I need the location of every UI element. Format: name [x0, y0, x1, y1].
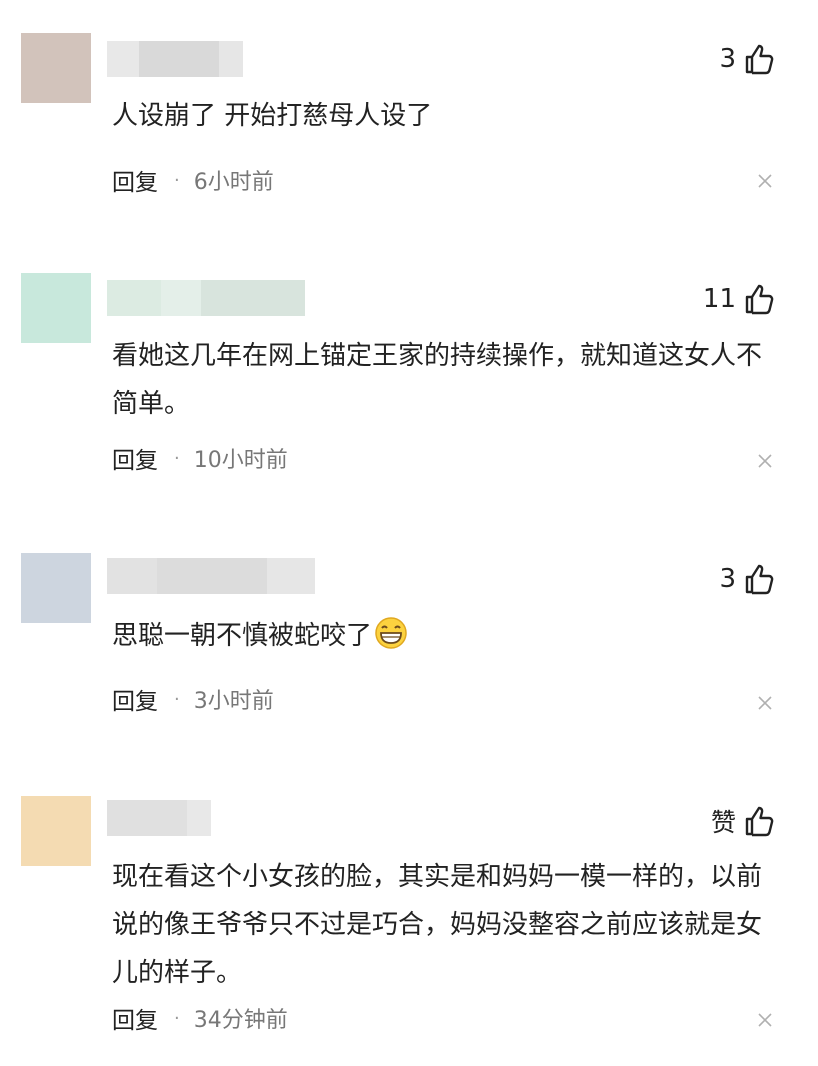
separator-dot: ·	[174, 169, 180, 191]
separator-dot: ·	[174, 447, 180, 469]
avatar[interactable]	[21, 273, 91, 343]
reply-button[interactable]: 回复	[112, 682, 158, 716]
comment-meta: 回复 · 3小时前	[112, 679, 274, 719]
avatar[interactable]	[21, 33, 91, 103]
grinning-face-icon	[375, 617, 407, 649]
comment-meta: 回复 · 34分钟前	[112, 998, 288, 1038]
like-count: 3	[719, 44, 736, 74]
timestamp: 3小时前	[193, 689, 274, 714]
comment-meta: 回复 · 10小时前	[112, 438, 288, 478]
thumbs-up-icon	[745, 284, 774, 315]
like-label: 赞	[710, 808, 736, 837]
comment-text: 现在看这个小女孩的脸，其实是和妈妈一模一样的，以前说的像王爷爷只不过是巧合，妈妈…	[112, 862, 763, 988]
avatar[interactable]	[21, 796, 91, 866]
like-button[interactable]: 3	[719, 39, 776, 79]
reply-button[interactable]: 回复	[112, 441, 158, 475]
close-icon[interactable]	[756, 694, 774, 712]
comment-meta: 回复 · 6小时前	[112, 160, 274, 200]
like-button[interactable]: 11	[703, 279, 776, 319]
like-button[interactable]: 3	[719, 559, 776, 599]
comment-text: 人设崩了 开始打慈母人设了	[112, 101, 433, 131]
avatar[interactable]	[21, 553, 91, 623]
close-icon[interactable]	[756, 452, 774, 470]
timestamp: 10小时前	[193, 448, 288, 473]
comment-text: 思聪一朝不慎被蛇咬了	[112, 612, 772, 660]
username-blurred[interactable]	[107, 280, 305, 316]
timestamp: 6小时前	[193, 170, 274, 195]
timestamp: 34分钟前	[193, 1008, 288, 1033]
comment-text-content: 思聪一朝不慎被蛇咬了	[112, 621, 373, 651]
like-count: 11	[702, 284, 736, 314]
username-blurred[interactable]	[107, 41, 243, 77]
thumbs-up-icon	[745, 806, 774, 837]
thumbs-up-icon	[745, 564, 774, 595]
like-count: 3	[719, 564, 736, 594]
like-button[interactable]: 赞	[711, 801, 776, 841]
close-icon[interactable]	[756, 172, 774, 190]
separator-dot: ·	[174, 1007, 180, 1029]
thumbs-up-icon	[745, 44, 774, 75]
username-blurred[interactable]	[107, 800, 211, 836]
reply-button[interactable]: 回复	[112, 163, 158, 197]
reply-button[interactable]: 回复	[112, 1001, 158, 1035]
close-icon[interactable]	[756, 1011, 774, 1029]
comment-text: 看她这几年在网上锚定王家的持续操作，就知道这女人不简单。	[112, 341, 763, 419]
separator-dot: ·	[174, 688, 180, 710]
username-blurred[interactable]	[107, 558, 315, 594]
